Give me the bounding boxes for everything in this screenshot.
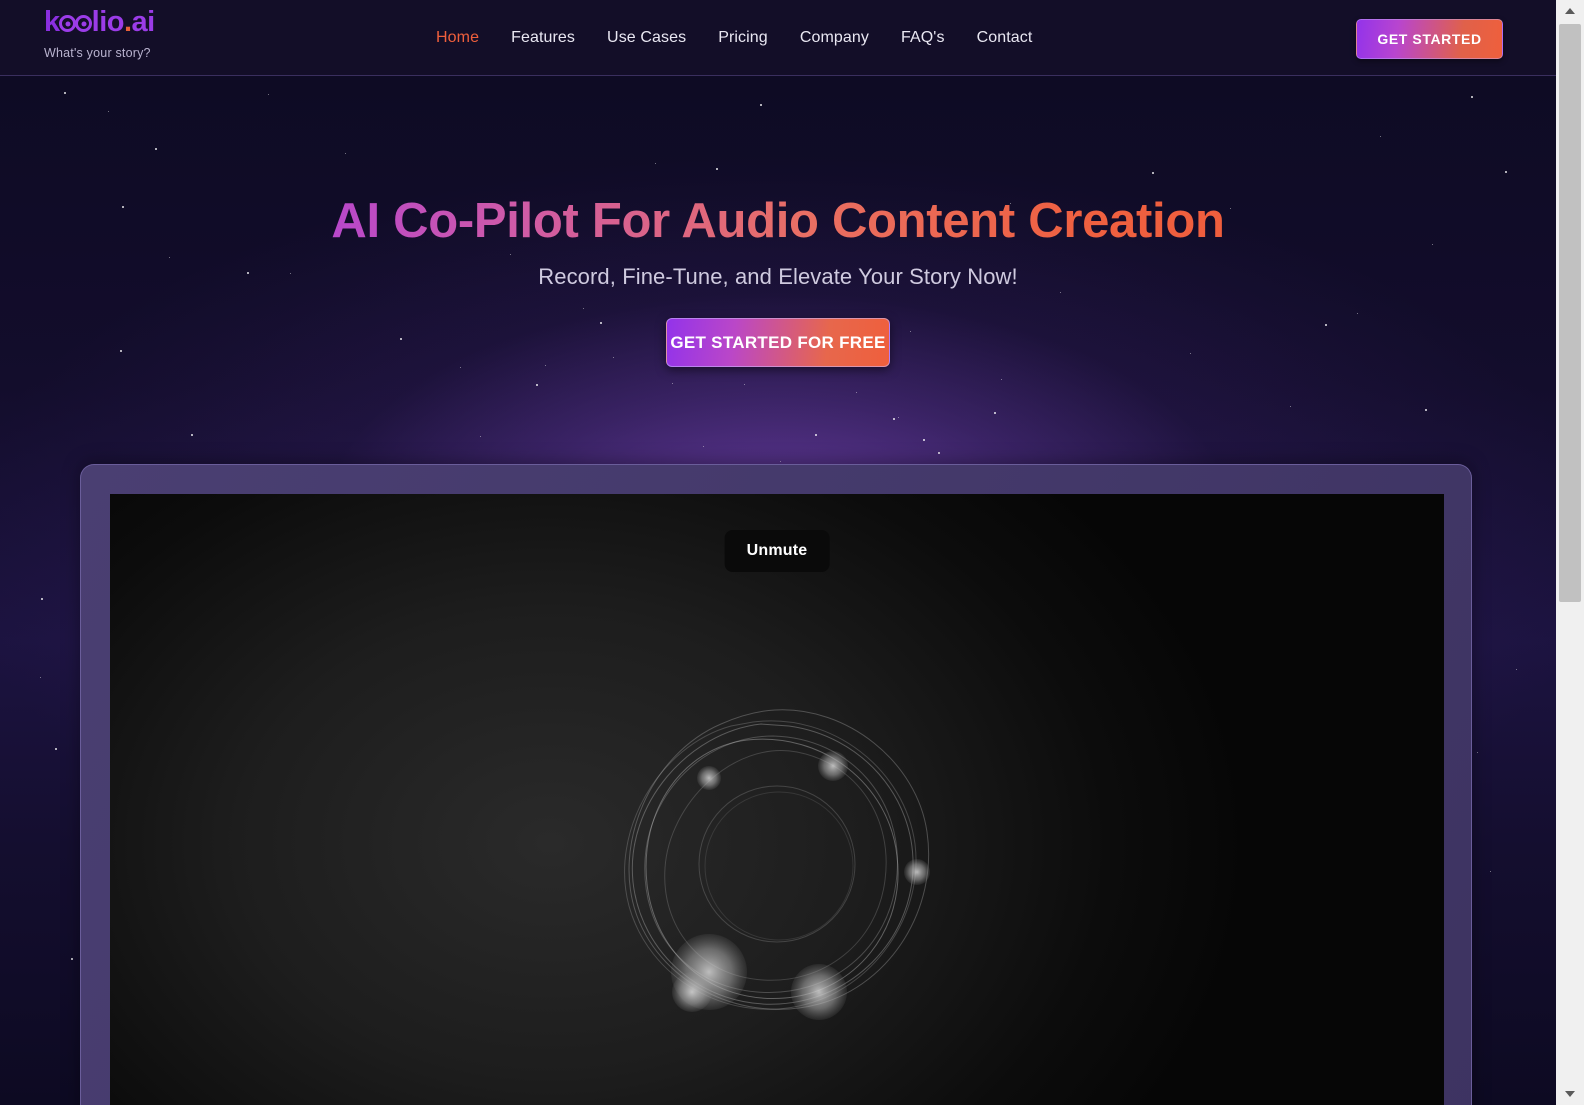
star-dot <box>815 434 817 436</box>
vertical-scrollbar[interactable] <box>1556 0 1584 1105</box>
star-dot <box>703 446 704 447</box>
star-dot <box>938 452 940 454</box>
star-dot <box>545 365 546 366</box>
star-dot <box>191 434 193 436</box>
star-dot <box>108 111 109 112</box>
hero-subtitle: Record, Fine-Tune, and Elevate Your Stor… <box>538 264 1018 289</box>
star-dot <box>1325 324 1327 326</box>
star-dot <box>1471 96 1473 98</box>
unmute-button[interactable]: Unmute <box>724 530 830 572</box>
hero-get-started-for-free-label: GET STARTED FOR FREE <box>670 332 886 352</box>
star-dot <box>1516 669 1517 670</box>
page-viewport: k lio.ai What's your story? Home Features U… <box>0 0 1556 1105</box>
logo-letter-k: k <box>44 6 60 38</box>
nav-item-contact[interactable]: Contact <box>961 29 1049 47</box>
main-navigation: Home Features Use Cases Pricing Company FAQ's… <box>420 0 1048 76</box>
logo-tagline: What's your story? <box>44 46 151 60</box>
nav-item-pricing[interactable]: Pricing <box>702 29 784 47</box>
site-logo[interactable]: k lio.ai What's your story? <box>44 8 224 61</box>
triangle-up-icon <box>1565 8 1575 14</box>
page-title: AI Co-Pilot For Audio Content Creation <box>0 193 1556 249</box>
logo-dot: . <box>123 6 132 38</box>
unmute-label: Unmute <box>746 542 808 559</box>
star-dot <box>1152 172 1154 174</box>
logo-letters-ai: ai <box>131 6 156 38</box>
star-dot <box>760 104 762 106</box>
star-dot <box>169 257 170 258</box>
star-dot <box>1490 871 1491 872</box>
star-dot <box>1425 409 1427 411</box>
star-dot <box>910 331 911 332</box>
star-dot <box>1060 292 1061 293</box>
star-dot <box>155 148 157 150</box>
logo-letters-lio: lio <box>91 6 125 38</box>
star-dot <box>780 461 781 462</box>
star-dot <box>744 384 745 385</box>
audio-orbit-visualization <box>624 709 930 1020</box>
star-dot <box>1190 353 1191 354</box>
star-dot <box>510 254 511 255</box>
star-dot <box>536 384 538 386</box>
nav-item-features[interactable]: Features <box>495 29 591 47</box>
logo-eye-icon-left <box>59 15 77 32</box>
star-dot <box>1380 136 1381 137</box>
star-dot <box>923 439 925 441</box>
star-dot <box>655 163 656 164</box>
star-dot <box>480 436 481 437</box>
star-dot <box>268 94 269 95</box>
star-dot <box>716 168 718 170</box>
logo-wordmark: k lio.ai <box>44 8 224 40</box>
star-dot <box>55 748 57 750</box>
star-dot <box>672 383 673 384</box>
hero-get-started-for-free-button[interactable]: GET STARTED FOR FREE <box>666 318 890 367</box>
star-dot <box>898 417 899 418</box>
nav-item-home[interactable]: Home <box>420 29 495 47</box>
header-get-started-label: GET STARTED <box>1377 31 1482 47</box>
nav-item-company[interactable]: Company <box>784 29 885 47</box>
nav-item-faq-s[interactable]: FAQ's <box>885 29 961 47</box>
star-dot <box>893 418 895 420</box>
logo-eye-icon-right <box>75 15 93 32</box>
star-dot <box>460 367 461 368</box>
hero-section: AI Co-Pilot For Audio Content Creation R… <box>0 76 1556 1105</box>
star-dot <box>120 350 122 352</box>
scrollbar-thumb[interactable] <box>1559 24 1581 602</box>
star-dot <box>400 338 402 340</box>
star-dot <box>71 958 73 960</box>
star-dot <box>583 308 584 309</box>
device-mockup-frame: Unmute <box>80 464 1472 1105</box>
site-header: k lio.ai What's your story? Home Features U… <box>0 0 1556 76</box>
star-dot <box>1477 752 1478 753</box>
star-dot <box>1505 171 1507 173</box>
star-dot <box>1001 379 1002 380</box>
star-dot <box>613 357 614 358</box>
scroll-up-arrow-icon[interactable] <box>1556 0 1584 22</box>
star-dot <box>345 153 346 154</box>
browser-page: k lio.ai What's your story? Home Features U… <box>0 0 1584 1105</box>
star-dot <box>40 677 41 678</box>
star-dot <box>856 392 857 393</box>
star-dot <box>64 92 66 94</box>
video-player[interactable]: Unmute <box>110 494 1444 1105</box>
header-get-started-button[interactable]: GET STARTED <box>1356 19 1503 59</box>
nav-item-use-cases[interactable]: Use Cases <box>591 29 702 47</box>
star-dot <box>600 322 602 324</box>
scroll-down-arrow-icon[interactable] <box>1556 1083 1584 1105</box>
star-dot <box>994 412 996 414</box>
star-dot <box>1290 406 1291 407</box>
star-dot <box>1357 313 1358 314</box>
triangle-down-icon <box>1565 1091 1575 1097</box>
star-dot <box>41 598 43 600</box>
